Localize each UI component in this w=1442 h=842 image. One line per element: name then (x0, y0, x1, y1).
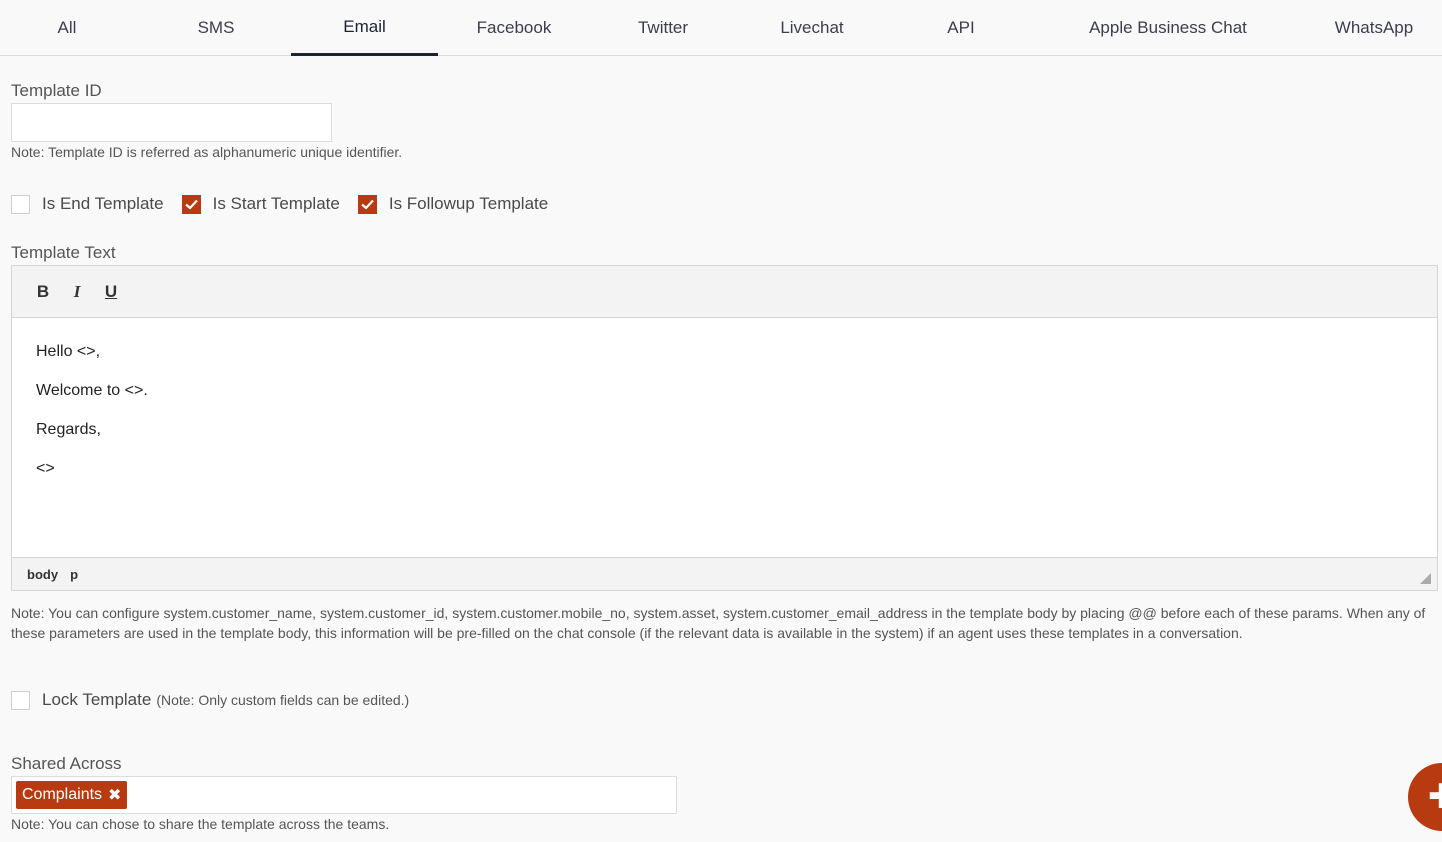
check-icon (361, 199, 374, 210)
tab-twitter[interactable]: Twitter (589, 0, 737, 56)
tab-email[interactable]: Email (291, 0, 438, 56)
resize-handle-icon[interactable] (1420, 573, 1431, 584)
tab-livechat[interactable]: Livechat (738, 0, 886, 56)
shared-across-note: Note: You can chose to share the templat… (11, 816, 390, 832)
tab-sms[interactable]: SMS (142, 0, 290, 56)
followup-template-checkbox[interactable] (357, 194, 377, 214)
params-note: Note: You can configure system.customer_… (11, 605, 1426, 641)
editor-content[interactable]: Hello <>, Welcome to <>. Regards, <> (12, 318, 1437, 558)
editor-toolbar: B I U (12, 266, 1437, 318)
underline-button[interactable]: U (96, 277, 126, 307)
template-flags: Is End Template Is Start Template Is Fol… (11, 191, 566, 217)
end-template-label: Is End Template (42, 194, 164, 213)
close-icon[interactable]: ✖ (108, 785, 121, 805)
editor-line: Regards, (36, 421, 101, 438)
italic-button[interactable]: I (62, 277, 92, 307)
end-template-checkbox[interactable] (11, 194, 30, 214)
lock-template-label: Lock Template (42, 690, 152, 709)
tab-facebook[interactable]: Facebook (440, 0, 588, 56)
tab-apple-business-chat[interactable]: Apple Business Chat (1068, 0, 1268, 56)
lock-template-checkbox[interactable] (11, 690, 30, 710)
start-template-label: Is Start Template (212, 194, 340, 213)
lock-row: Lock Template (Note: Only custom fields … (11, 690, 409, 710)
template-text-label: Template Text (11, 243, 116, 262)
start-template-checkbox[interactable] (181, 194, 201, 214)
bold-button[interactable]: B (28, 277, 58, 307)
editor-line: Hello <>, (36, 343, 101, 360)
tag-label: Complaints (22, 786, 103, 803)
check-icon (184, 199, 198, 210)
followup-template-label: Is Followup Template (388, 194, 549, 213)
tab-whatsapp[interactable]: WhatsApp (1306, 0, 1442, 56)
template-id-input[interactable] (11, 103, 332, 142)
shared-across-label: Shared Across (11, 754, 122, 773)
plus-icon: ✚ (1428, 777, 1442, 817)
add-button[interactable]: ✚ (1408, 763, 1442, 831)
lock-template-note: (Note: Only custom fields can be edited.… (156, 692, 410, 708)
tab-api[interactable]: API (887, 0, 1035, 56)
team-tag: Complaints ✖ (16, 781, 128, 809)
editor-path-bar: body p (12, 557, 1437, 590)
path-p[interactable]: p (70, 567, 78, 582)
channel-tabs: All SMS Email Facebook Twitter Livechat … (0, 0, 1442, 56)
path-body[interactable]: body (27, 567, 58, 582)
template-id-label: Template ID (11, 81, 102, 100)
editor-line: Welcome to <>. (36, 382, 148, 399)
template-text-editor: B I U Hello <>, Welcome to <>. Regards, … (11, 265, 1438, 591)
template-id-note: Note: Template ID is referred as alphanu… (11, 144, 403, 160)
editor-line: <> (36, 460, 55, 477)
tab-all[interactable]: All (0, 0, 134, 56)
